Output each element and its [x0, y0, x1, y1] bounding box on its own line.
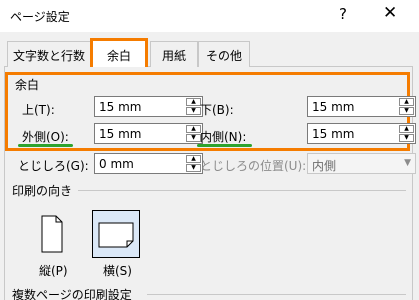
- outer-margin-spinner[interactable]: 15 mm ▲ ▼: [94, 123, 203, 144]
- spin-up-icon[interactable]: ▲: [186, 125, 201, 133]
- orientation-heading: 印刷の向き: [12, 184, 73, 198]
- spin-down-icon[interactable]: ▼: [186, 164, 201, 172]
- outer-margin-value[interactable]: 15 mm: [99, 127, 141, 141]
- portrait-label[interactable]: 縦(P): [39, 262, 68, 279]
- landscape-page-icon: [98, 222, 134, 248]
- landscape-label[interactable]: 横(S): [103, 262, 132, 279]
- help-icon[interactable]: ?: [339, 5, 347, 23]
- portrait-page-icon: [41, 215, 63, 253]
- spin-up-icon[interactable]: ▲: [186, 98, 201, 106]
- inner-margin-value[interactable]: 15 mm: [312, 127, 354, 141]
- gutter-spinner[interactable]: 0 mm ▲ ▼: [94, 153, 203, 174]
- inner-label-underline: [197, 144, 252, 147]
- tab-margins[interactable]: 余白: [90, 38, 148, 67]
- orientation-divider: [78, 190, 406, 191]
- bottom-margin-label: 下(B):: [200, 103, 234, 117]
- gutter-label: とじしろ(G):: [18, 159, 89, 173]
- tab-other[interactable]: その他: [198, 41, 250, 67]
- bottom-margin-spinner[interactable]: 15 mm ▲ ▼: [307, 96, 416, 117]
- spin-down-icon[interactable]: ▼: [399, 134, 414, 142]
- gutter-position-value: 内側: [312, 159, 337, 173]
- inner-margin-label: 内側(N):: [200, 130, 247, 144]
- close-icon[interactable]: ✕: [383, 3, 397, 23]
- tab-characters-lines[interactable]: 文字数と行数: [7, 41, 91, 67]
- gutter-value[interactable]: 0 mm: [99, 157, 134, 171]
- margins-heading: 余白: [15, 78, 40, 92]
- top-margin-spinner[interactable]: 15 mm ▲ ▼: [94, 96, 203, 117]
- spin-up-icon[interactable]: ▲: [186, 155, 201, 163]
- spin-buttons: ▲ ▼: [186, 98, 201, 115]
- multiple-pages-divider: [147, 294, 406, 295]
- dropdown-icon: ▼: [404, 158, 411, 168]
- landscape-button[interactable]: [92, 210, 140, 258]
- tab-paper[interactable]: 用紙: [150, 41, 198, 67]
- spin-buttons: ▲ ▼: [399, 125, 414, 142]
- gutter-position-label: とじしろの位置(U):: [200, 159, 307, 173]
- portrait-button[interactable]: [28, 210, 76, 258]
- spin-down-icon[interactable]: ▼: [186, 107, 201, 115]
- multiple-pages-heading: 複数ページの印刷設定: [12, 288, 132, 300]
- window-title: ページ設定: [10, 10, 70, 24]
- inner-margin-spinner[interactable]: 15 mm ▲ ▼: [307, 123, 416, 144]
- spin-up-icon[interactable]: ▲: [399, 98, 414, 106]
- spin-buttons: ▲ ▼: [186, 125, 201, 142]
- top-margin-value[interactable]: 15 mm: [99, 100, 141, 114]
- spin-down-icon[interactable]: ▼: [399, 107, 414, 115]
- bottom-margin-value[interactable]: 15 mm: [312, 100, 354, 114]
- spin-down-icon[interactable]: ▼: [186, 134, 201, 142]
- outer-margin-label: 外側(O):: [22, 130, 69, 144]
- gutter-position-select: 内側 ▼: [307, 153, 416, 174]
- outer-label-underline: [18, 144, 73, 147]
- top-margin-label: 上(T):: [22, 103, 55, 117]
- spin-up-icon[interactable]: ▲: [399, 125, 414, 133]
- spin-buttons: ▲ ▼: [399, 98, 414, 115]
- spin-buttons: ▲ ▼: [186, 155, 201, 172]
